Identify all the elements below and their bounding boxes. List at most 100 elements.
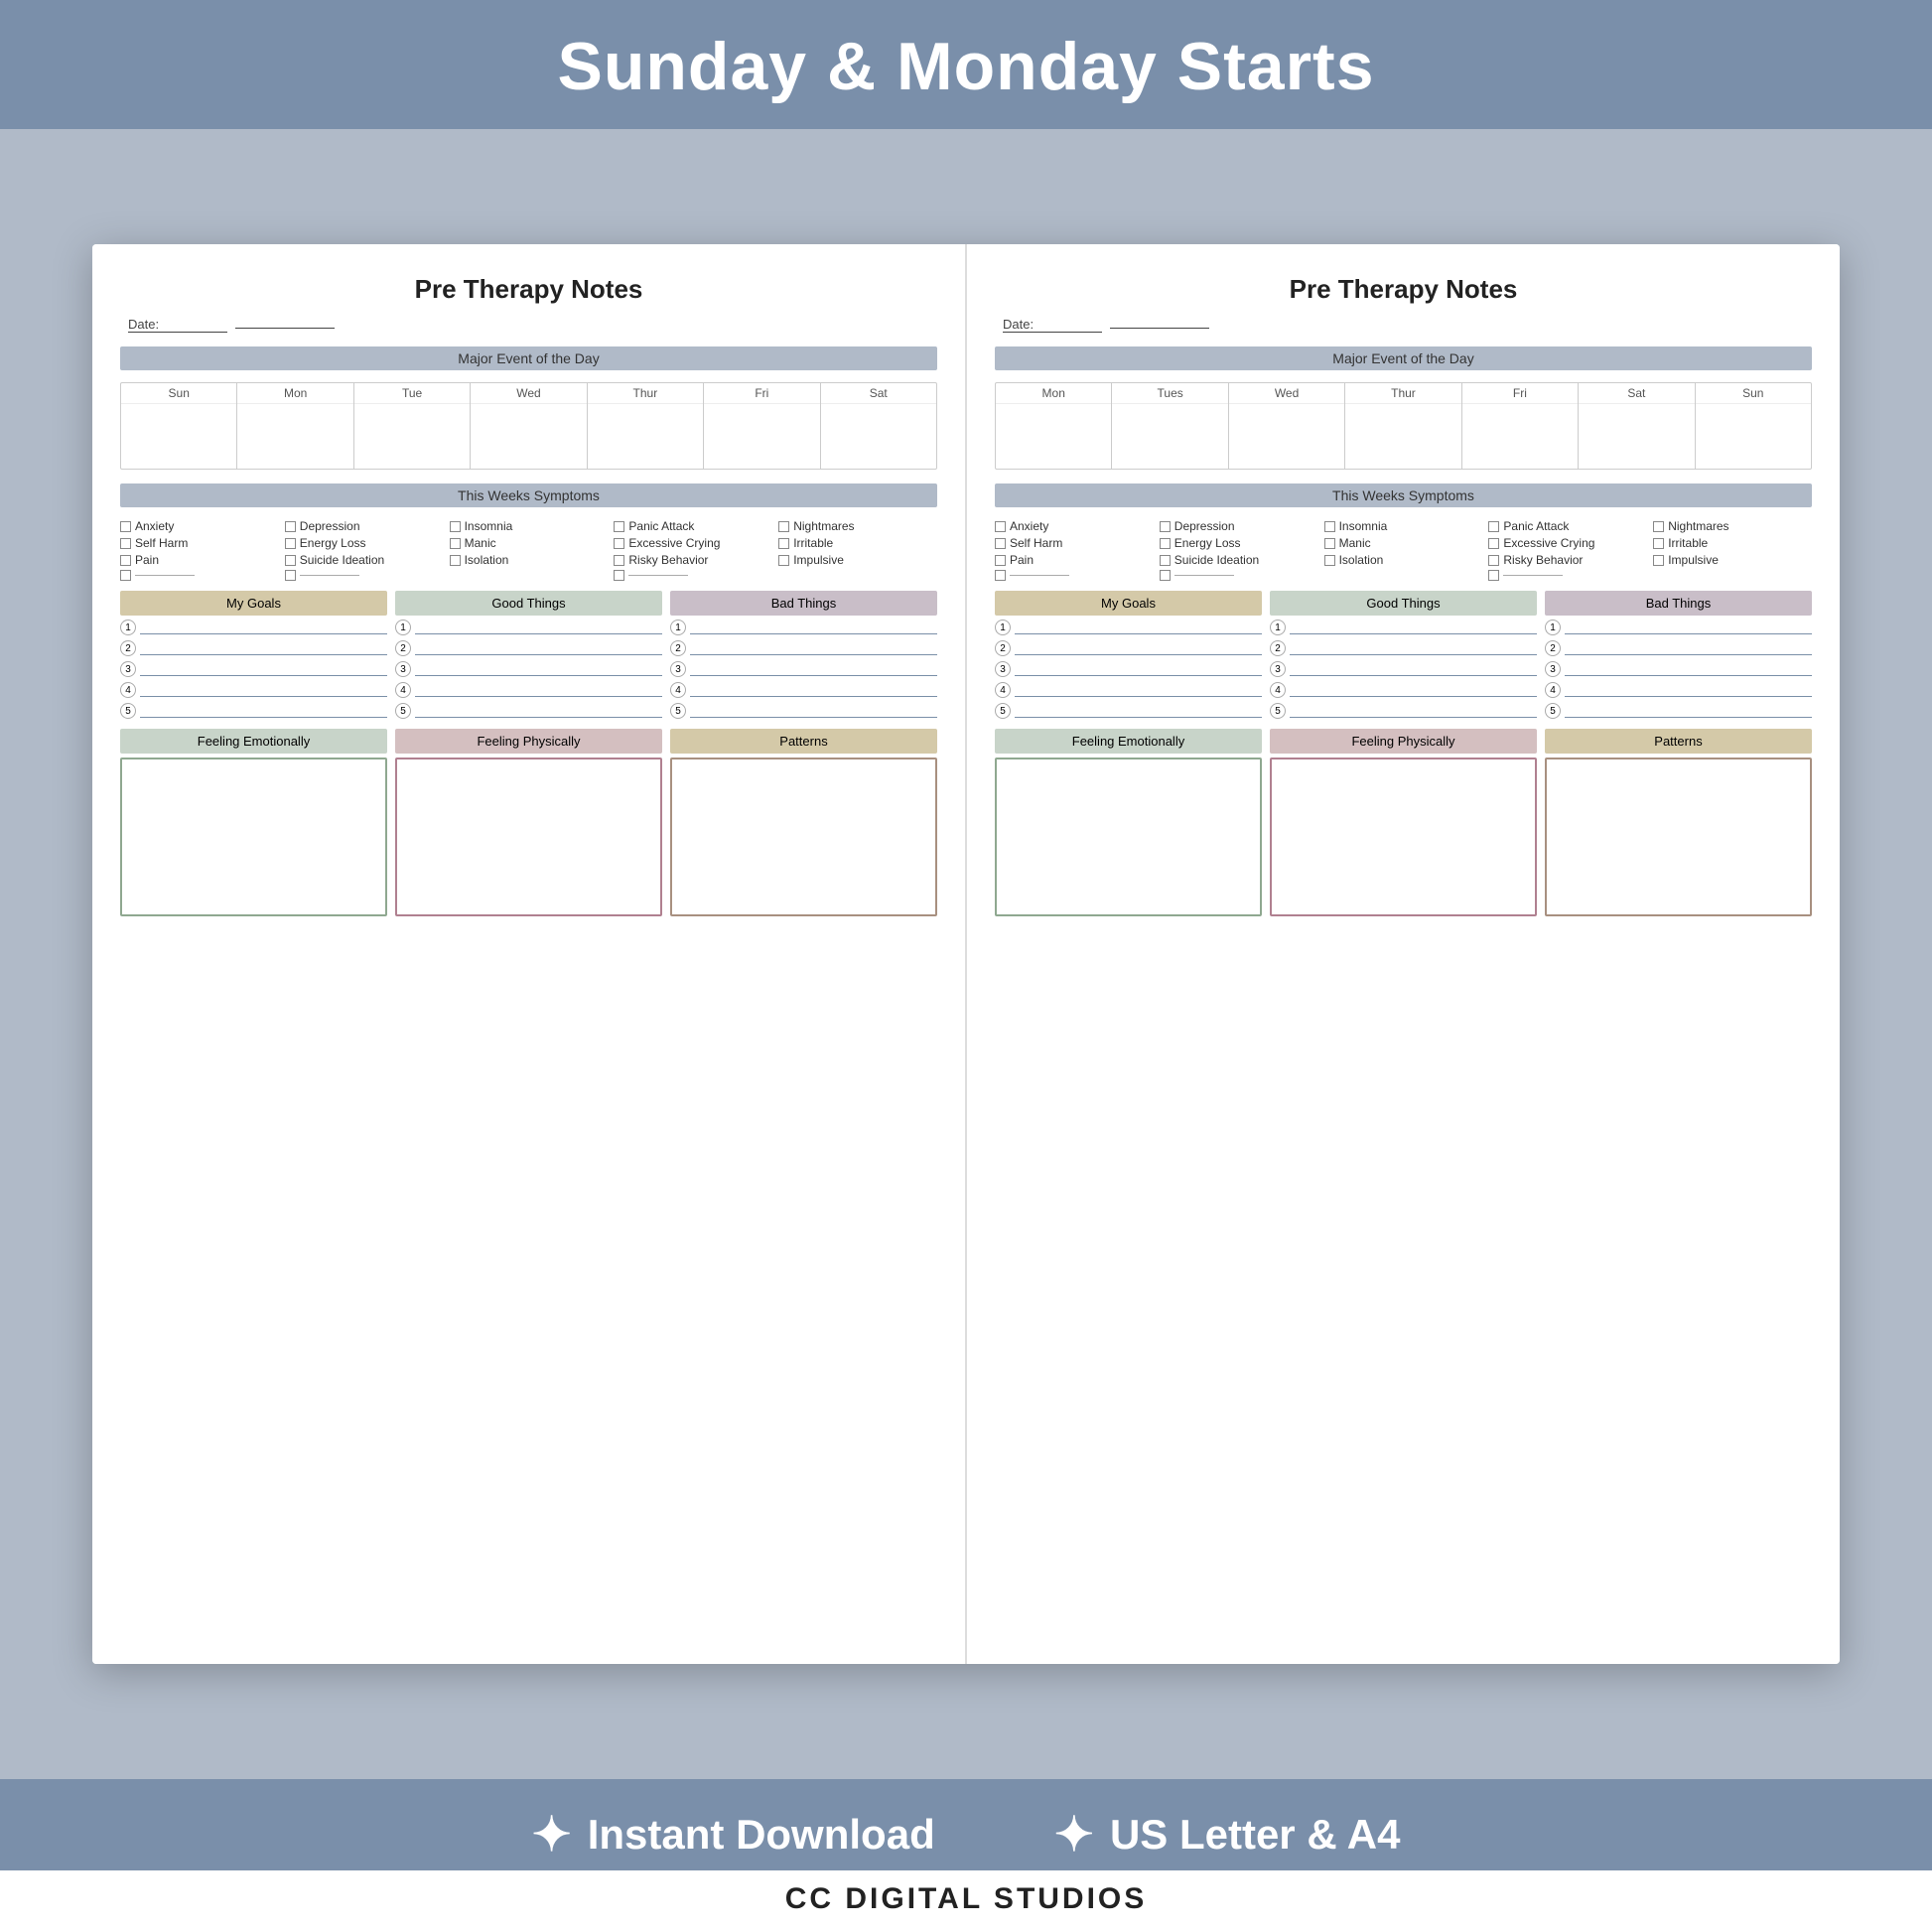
right-symptom-anxiety: Anxiety [995, 519, 1154, 533]
right-day-mon-label: Mon [996, 383, 1111, 404]
left-cb-manic[interactable] [450, 538, 461, 549]
left-cb-impulsive[interactable] [778, 555, 789, 566]
right-symptom-impulsive: Impulsive [1653, 553, 1812, 567]
left-day-sat: Sat [821, 383, 936, 469]
right-cb-depression[interactable] [1160, 521, 1171, 532]
left-symptom-pain: Pain [120, 553, 279, 567]
middle-area: Pre Therapy Notes Date: Major Event of t… [0, 129, 1932, 1779]
right-symptoms-header: This Weeks Symptoms [995, 483, 1812, 507]
right-symptom-blank3 [1488, 570, 1647, 581]
left-date-label: Date: [128, 317, 227, 333]
left-cb-depression[interactable] [285, 521, 296, 532]
book-spread: Pre Therapy Notes Date: Major Event of t… [92, 244, 1840, 1664]
list-item: 1 [120, 620, 387, 635]
left-feeling-section: Feeling Emotionally Feeling Physically P… [120, 729, 937, 1640]
list-item: 4 [1545, 682, 1812, 698]
list-item: 5 [120, 703, 387, 719]
right-symptoms-grid: Anxiety Depression Insomnia Panic Attack… [995, 519, 1812, 581]
left-good-list: 1 2 3 4 5 [395, 620, 662, 719]
left-symptom-selfharm: Self Harm [120, 536, 279, 550]
list-item: 1 [1545, 620, 1812, 635]
right-cb-crying[interactable] [1488, 538, 1499, 549]
right-symptom-pain: Pain [995, 553, 1154, 567]
list-item: 5 [395, 703, 662, 719]
left-feeling-emotional-box[interactable] [120, 758, 387, 916]
right-cb-manic[interactable] [1324, 538, 1335, 549]
right-cb-insomnia[interactable] [1324, 521, 1335, 532]
right-goals-header: My Goals [995, 591, 1262, 616]
left-cb-crying[interactable] [614, 538, 624, 549]
left-cb-energy[interactable] [285, 538, 296, 549]
right-patterns-header: Patterns [1545, 729, 1812, 754]
list-item: 1 [995, 620, 1262, 635]
left-day-fri: Fri [704, 383, 820, 469]
left-cb-insomnia[interactable] [450, 521, 461, 532]
left-cb-isolation[interactable] [450, 555, 461, 566]
right-bad-header: Bad Things [1545, 591, 1812, 616]
list-item: 3 [670, 661, 937, 677]
left-three-col: My Goals 1 2 3 4 5 Good Things 1 2 3 [120, 591, 937, 719]
list-item: 4 [995, 682, 1262, 698]
left-cb-suicide[interactable] [285, 555, 296, 566]
right-cb-panic[interactable] [1488, 521, 1499, 532]
left-symptom-panic: Panic Attack [614, 519, 772, 533]
right-cb-impulsive[interactable] [1653, 555, 1664, 566]
left-symptom-anxiety: Anxiety [120, 519, 279, 533]
left-symptom-blank3 [614, 570, 772, 581]
right-cb-energy[interactable] [1160, 538, 1171, 549]
left-date-input[interactable] [235, 328, 335, 329]
left-symptom-risky: Risky Behavior [614, 553, 772, 567]
right-cb-irritable[interactable] [1653, 538, 1664, 549]
left-cb-pain[interactable] [120, 555, 131, 566]
list-item: 3 [995, 661, 1262, 677]
left-cb-panic[interactable] [614, 521, 624, 532]
right-feeling-physical-header: Feeling Physically [1270, 729, 1537, 754]
left-cb-nightmares[interactable] [778, 521, 789, 532]
left-good-header: Good Things [395, 591, 662, 616]
left-day-sun-label: Sun [121, 383, 236, 404]
right-cb-isolation[interactable] [1324, 555, 1335, 566]
right-cb-pain[interactable] [995, 555, 1006, 566]
right-day-fri: Fri [1462, 383, 1579, 469]
left-major-event-header: Major Event of the Day [120, 346, 937, 370]
right-day-tues-label: Tues [1112, 383, 1227, 404]
right-feeling-emotional-box[interactable] [995, 758, 1262, 916]
right-day-thur-label: Thur [1345, 383, 1460, 404]
star-icon-left: ✦ [532, 1807, 572, 1863]
instant-download-badge: ✦ Instant Download [532, 1807, 935, 1863]
left-symptom-isolation: Isolation [450, 553, 609, 567]
left-symptom-crying: Excessive Crying [614, 536, 772, 550]
left-patterns-header: Patterns [670, 729, 937, 754]
left-day-mon-label: Mon [237, 383, 352, 404]
right-goals-col: My Goals 1 2 3 4 5 [995, 591, 1262, 719]
left-day-sun: Sun [121, 383, 237, 469]
left-date-line: Date: [124, 317, 937, 333]
right-cb-risky[interactable] [1488, 555, 1499, 566]
right-cb-suicide[interactable] [1160, 555, 1171, 566]
left-symptom-manic: Manic [450, 536, 609, 550]
right-patterns-box[interactable] [1545, 758, 1812, 916]
left-good-col: Good Things 1 2 3 4 5 [395, 591, 662, 719]
right-feeling-physical-box[interactable] [1270, 758, 1537, 916]
left-cb-irritable[interactable] [778, 538, 789, 549]
right-feeling-emotional: Feeling Emotionally [995, 729, 1262, 1640]
right-cb-nightmares[interactable] [1653, 521, 1664, 532]
left-feeling-physical-box[interactable] [395, 758, 662, 916]
bottom-banner: ✦ Instant Download ✦ US Letter & A4 CC D… [0, 1779, 1932, 1932]
left-patterns: Patterns [670, 729, 937, 1640]
right-day-wed: Wed [1229, 383, 1345, 469]
left-patterns-box[interactable] [670, 758, 937, 916]
left-cb-risky[interactable] [614, 555, 624, 566]
left-day-fri-label: Fri [704, 383, 819, 404]
right-date-label: Date: [1003, 317, 1102, 333]
right-date-input[interactable] [1110, 328, 1209, 329]
left-symptom-nightmares: Nightmares [778, 519, 937, 533]
right-symptom-irritable: Irritable [1653, 536, 1812, 550]
left-cb-selfharm[interactable] [120, 538, 131, 549]
left-cb-anxiety[interactable] [120, 521, 131, 532]
right-cb-anxiety[interactable] [995, 521, 1006, 532]
right-symptom-isolation: Isolation [1324, 553, 1483, 567]
right-cb-selfharm[interactable] [995, 538, 1006, 549]
left-week-grid: Sun Mon Tue Wed Thur [120, 382, 937, 470]
left-symptom-insomnia: Insomnia [450, 519, 609, 533]
